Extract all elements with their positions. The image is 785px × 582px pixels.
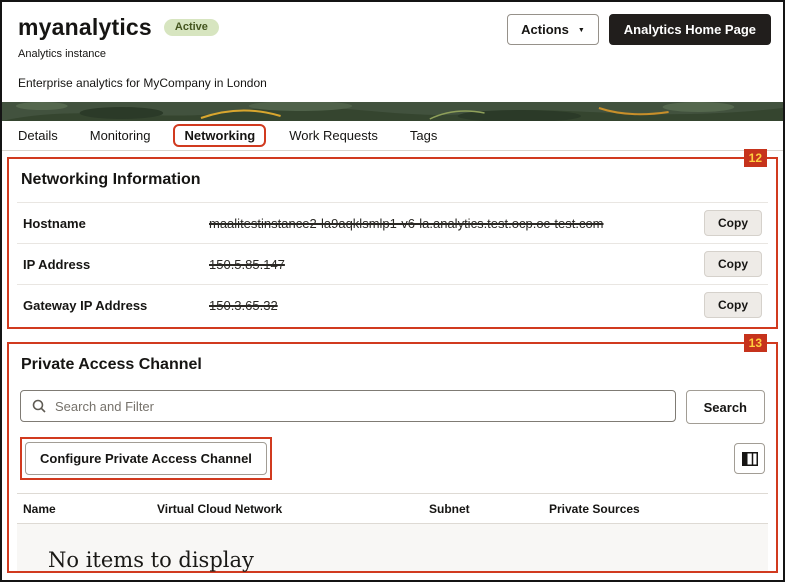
tab-tags[interactable]: Tags [410,128,437,143]
page-title: myanalytics [18,14,152,40]
ip-address-row: IP Address 150.5.85.147 Copy [17,243,768,284]
analytics-instance-page: myanalytics Active Actions ▼ Analytics H… [0,0,785,582]
toolbar-row: Configure Private Access Channel [20,437,765,480]
search-box [20,390,676,422]
tab-work-requests[interactable]: Work Requests [289,128,378,143]
empty-state-title: No items to display [48,548,254,572]
page-header: myanalytics Active Actions ▼ Analytics H… [2,2,783,102]
callout-12: 12 [743,149,767,167]
copy-hostname-button[interactable]: Copy [704,210,762,236]
banner-image [2,102,783,121]
ip-address-label: IP Address [23,256,91,272]
column-chooser-button[interactable] [734,443,765,474]
ip-address-value: 150.5.85.147 [209,256,285,272]
column-header-virtual-cloud-network: Virtual Cloud Network [157,501,283,516]
instance-description: Enterprise analytics for MyCompany in Lo… [18,76,267,90]
gateway-ip-row: Gateway IP Address 150.3.65.32 Copy [17,284,768,325]
chevron-down-icon: ▼ [577,27,585,34]
column-header-name: Name [23,501,56,516]
hostname-label: Hostname [23,215,86,231]
search-row: Search [20,390,765,424]
tab-content: 12 Networking Information Hostname maali… [2,149,783,580]
private-access-channel-section: 13 Private Access Channel Search Conf [7,334,778,573]
table-header-row: Name Virtual Cloud Network Subnet Privat… [17,493,768,524]
column-header-private-sources: Private Sources [549,501,640,516]
configure-button-annotation: Configure Private Access Channel [20,437,272,480]
copy-gateway-ip-button[interactable]: Copy [704,292,762,318]
column-header-subnet: Subnet [429,501,470,516]
private-access-channel-title: Private Access Channel [21,356,202,373]
tab-monitoring[interactable]: Monitoring [90,128,151,143]
hostname-row: Hostname maalitestinstance2-la9aqklsmlp1… [17,202,768,243]
tab-networking[interactable]: Networking [173,124,267,147]
tab-details[interactable]: Details [18,128,58,143]
copy-ip-address-button[interactable]: Copy [704,251,762,277]
callout-13: 13 [743,334,767,352]
configure-private-access-channel-button[interactable]: Configure Private Access Channel [25,442,267,475]
networking-information-section: 12 Networking Information Hostname maali… [7,149,778,329]
empty-state: No items to display Create new items or … [17,524,768,572]
status-badge: Active [163,19,219,36]
search-icon [32,399,46,413]
instance-type-label: Analytics instance [18,48,107,60]
actions-button-label: Actions [521,22,569,37]
actions-button[interactable]: Actions ▼ [507,14,599,45]
analytics-home-page-button[interactable]: Analytics Home Page [608,14,771,45]
search-button[interactable]: Search [685,390,765,424]
table-columns-icon [741,451,758,466]
gateway-ip-value: 150.3.65.32 [209,297,278,313]
hostname-value: maalitestinstance2-la9aqklsmlp1-v6-la.an… [209,215,604,231]
search-input[interactable] [55,398,664,414]
tab-bar: Details Monitoring Networking Work Reque… [2,121,783,151]
networking-information-title: Networking Information [21,171,201,188]
gateway-ip-label: Gateway IP Address [23,297,148,313]
